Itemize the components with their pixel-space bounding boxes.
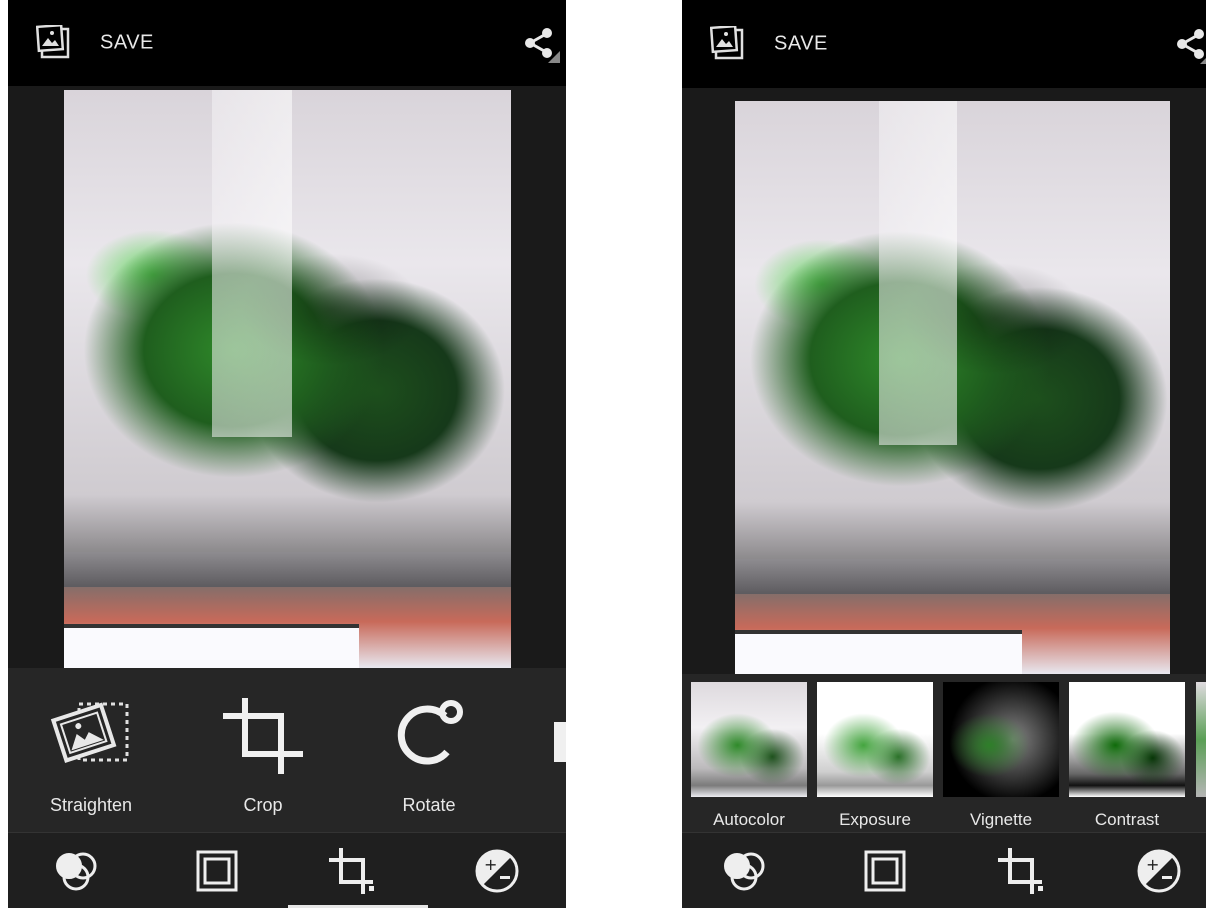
adjust-tab[interactable]: +: [1094, 833, 1206, 908]
svg-text:+: +: [484, 855, 497, 874]
adjust-tab[interactable]: +: [432, 833, 562, 908]
filter-label: Exposure: [839, 810, 911, 829]
filter-vignette[interactable]: Vignette: [943, 682, 1059, 829]
action-bar: SAVE: [8, 0, 566, 86]
rotate-label: Rotate: [402, 795, 456, 815]
filter-autocolor[interactable]: Autocolor: [691, 682, 807, 829]
crop-tab-icon: [998, 848, 1043, 894]
crop-label: Crop: [243, 795, 283, 815]
crop-tool[interactable]: Crop: [188, 668, 338, 832]
rotate-icon: [397, 700, 463, 765]
bottom-nav: +: [682, 832, 1206, 908]
filter-contrast[interactable]: Contrast: [1069, 682, 1185, 829]
crop-icon: [223, 698, 303, 774]
geometry-tab[interactable]: [288, 833, 418, 908]
photo-preview: [64, 90, 511, 668]
filter-thumbnail: [817, 682, 933, 797]
straighten-label: Straighten: [49, 795, 133, 815]
filter-panel: Autocolor Exposure Vignette Contrast: [682, 674, 1206, 832]
more-filter-partial[interactable]: [1196, 682, 1206, 797]
share-icon[interactable]: [1172, 24, 1206, 64]
straighten-icon: [50, 702, 129, 763]
exposure-icon: +: [475, 849, 519, 893]
filter-exposure[interactable]: Exposure: [817, 682, 933, 829]
save-button[interactable]: SAVE: [774, 33, 828, 56]
filter-thumbnail: [943, 682, 1059, 797]
geometry-tab[interactable]: [957, 833, 1087, 908]
editor-screen-geometry: SAVE Straighten Crop Rotate +: [8, 0, 566, 908]
borders-icon: [196, 850, 238, 892]
share-icon[interactable]: [520, 23, 560, 63]
borders-icon: [864, 850, 906, 892]
bottom-nav: +: [8, 832, 566, 908]
rotate-tool[interactable]: Rotate: [354, 668, 504, 832]
save-button[interactable]: SAVE: [100, 32, 154, 55]
gallery-icon[interactable]: [710, 26, 746, 62]
gallery-icon[interactable]: [36, 25, 72, 61]
photo-preview: [735, 101, 1170, 674]
exposure-icon: +: [1137, 849, 1181, 893]
action-bar: SAVE: [682, 0, 1206, 88]
borders-tab[interactable]: [152, 833, 282, 908]
filters-icon: [56, 852, 97, 891]
filter-thumbnail: [691, 682, 807, 797]
filter-label: Contrast: [1094, 810, 1160, 829]
filters-tab[interactable]: [682, 833, 810, 908]
crop-tab-icon: [329, 848, 374, 894]
editor-screen-filters: SAVE Autocolor Exposure Vignette Contras…: [682, 0, 1206, 908]
straighten-tool[interactable]: Straighten: [16, 668, 166, 832]
filters-tab[interactable]: [12, 833, 142, 908]
filters-icon: [724, 852, 765, 891]
filter-label: Vignette: [969, 810, 1033, 829]
filter-thumbnail: [1069, 682, 1185, 797]
geometry-tool-panel: Straighten Crop Rotate: [8, 668, 566, 832]
more-tool-partial[interactable]: [554, 722, 566, 762]
svg-text:+: +: [1146, 855, 1159, 874]
borders-tab[interactable]: [820, 833, 950, 908]
filter-label: Autocolor: [713, 810, 785, 829]
